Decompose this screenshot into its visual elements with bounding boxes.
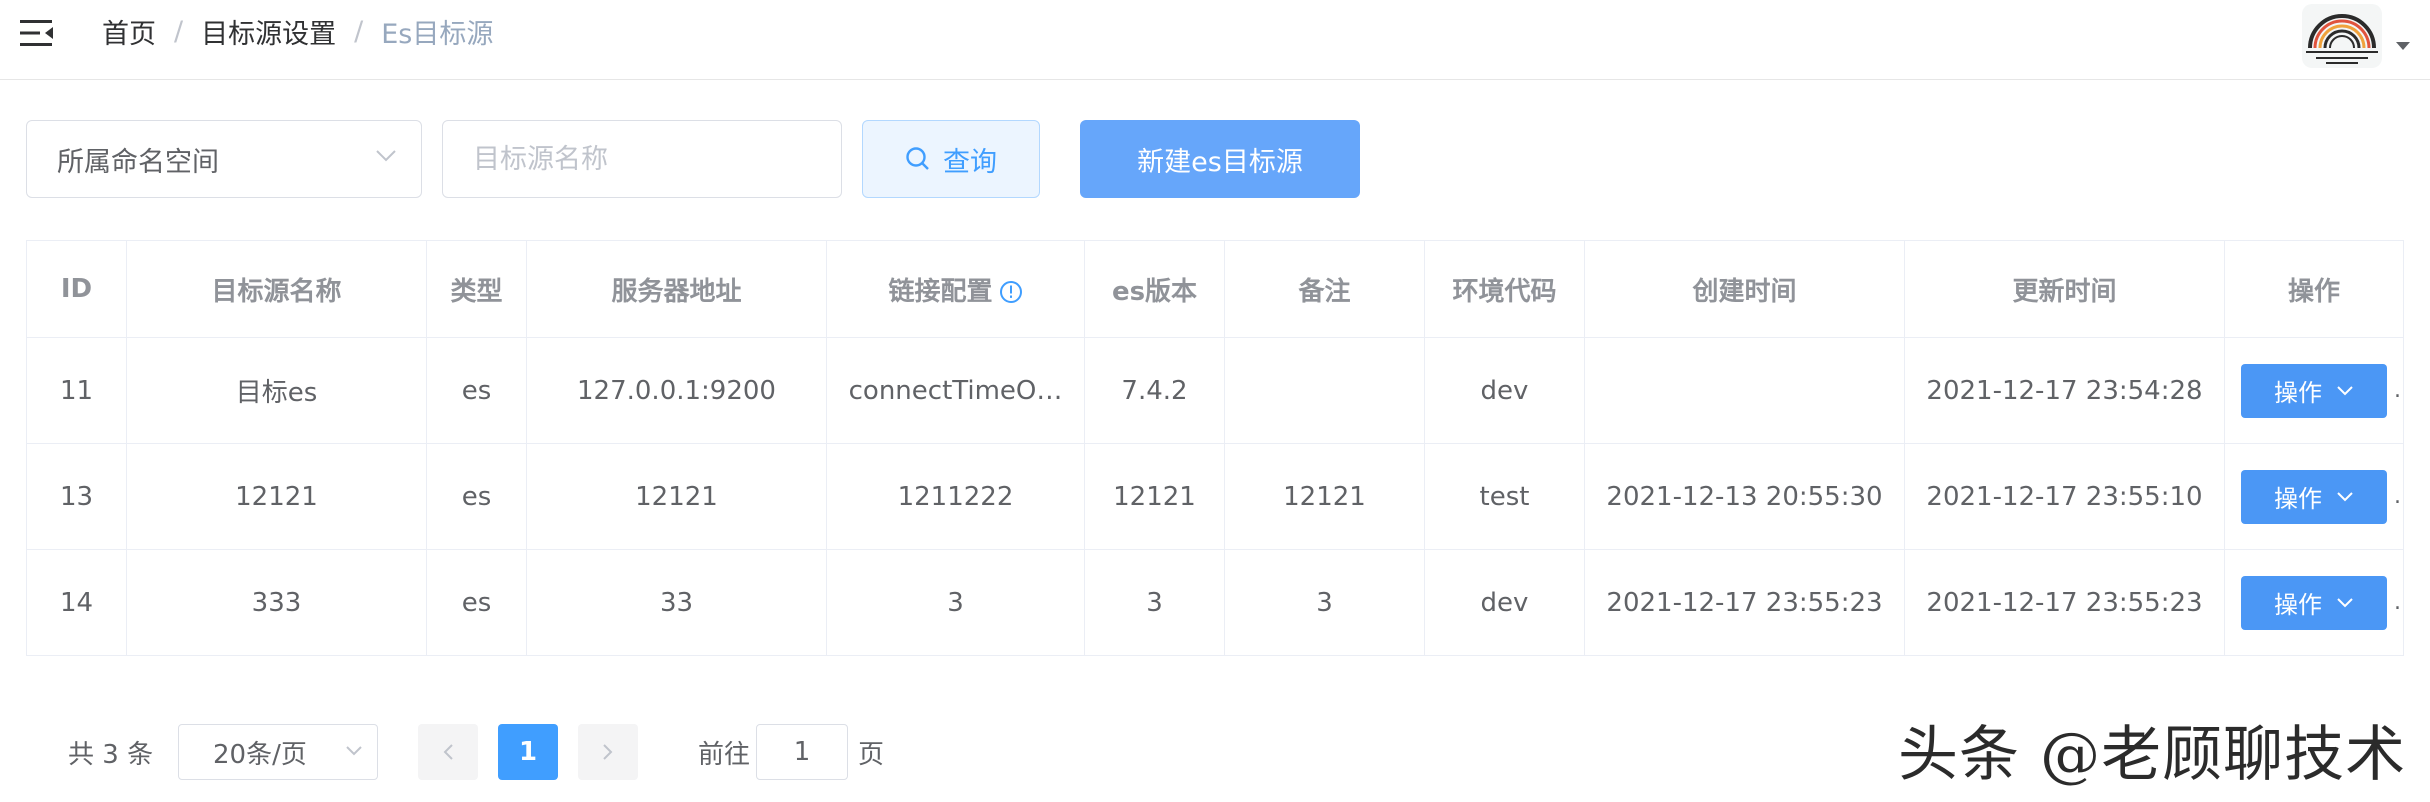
cell-id: 14 [26, 549, 127, 656]
page-unit-label: 页 [858, 740, 885, 770]
action-label: 操作 [2274, 485, 2322, 513]
chevron-down-icon [2337, 597, 2353, 607]
new-es-target-button[interactable]: 新建es目标源 [1080, 120, 1360, 198]
header-created-time: 创建时间 [1584, 240, 1905, 338]
cell-created-time [1584, 337, 1905, 444]
cell-env-code: dev [1424, 337, 1585, 444]
header-updated-time: 更新时间 [1904, 240, 2225, 338]
chevron-right-icon [603, 744, 613, 760]
header-link-config-label: 链接配置 [888, 276, 993, 307]
action-label: 操作 [2274, 379, 2322, 407]
cell-target-name: 目标es [126, 337, 427, 444]
goto-page-input[interactable] [756, 724, 848, 780]
pagination-total: 共 3 条 [68, 740, 154, 770]
breadcrumb: 首页 / 目标源设置 / Es目标源 [102, 12, 494, 51]
cell-updated-time: 2021-12-17 23:55:23 [1904, 549, 2225, 656]
header-es-version: es版本 [1084, 240, 1225, 338]
new-es-target-label: 新建es目标源 [1137, 146, 1303, 178]
header-id: ID [26, 240, 127, 338]
cell-created-time: 2021-12-13 20:55:30 [1584, 443, 1905, 550]
action-label: 操作 [2274, 591, 2322, 619]
cell-id: 11 [26, 337, 127, 444]
cell-action: 操作 . [2224, 337, 2404, 444]
cell-es-version: 12121 [1084, 443, 1225, 550]
chevron-down-icon [376, 150, 396, 162]
target-table: ID 目标源名称 类型 服务器地址 链接配置 es版本 备注 环境代码 创建时间… [26, 240, 2404, 656]
cell-link-config: connectTimeO… [826, 337, 1085, 444]
cell-type: es [426, 337, 527, 444]
cell-es-version: 7.4.2 [1084, 337, 1225, 444]
chevron-down-icon [2337, 385, 2353, 395]
cell-env-code: dev [1424, 549, 1585, 656]
cell-link-config: 1211222 [826, 443, 1085, 550]
breadcrumb-current: Es目标源 [381, 18, 494, 50]
table-row: 11 目标es es 127.0.0.1:9200 connectTimeO… … [26, 337, 2404, 444]
header-server-address: 服务器地址 [526, 240, 827, 338]
overflow-marker: . [2394, 484, 2401, 509]
caret-down-icon[interactable] [2396, 42, 2410, 50]
cell-link-config: 3 [826, 549, 1085, 656]
table-header-row: ID 目标源名称 类型 服务器地址 链接配置 es版本 备注 环境代码 创建时间… [26, 240, 2404, 338]
search-icon [906, 147, 929, 170]
page-size-select[interactable]: 20条/页 [178, 724, 378, 780]
cell-target-name: 12121 [126, 443, 427, 550]
info-circle-icon[interactable] [999, 280, 1023, 304]
breadcrumb-separator: / [174, 15, 184, 47]
header-target-name: 目标源名称 [126, 240, 427, 338]
cell-type: es [426, 443, 527, 550]
cell-server-address: 127.0.0.1:9200 [526, 337, 827, 444]
namespace-select[interactable]: 所属命名空间 [26, 120, 422, 198]
action-dropdown-button[interactable]: 操作 [2241, 575, 2387, 630]
query-button[interactable]: 查询 [862, 120, 1040, 198]
breadcrumb-home[interactable]: 首页 [102, 12, 156, 51]
overflow-marker: . [2394, 590, 2401, 615]
prev-page-button[interactable] [418, 724, 478, 780]
avatar[interactable] [2302, 4, 2382, 68]
cell-action: 操作 . [2224, 443, 2404, 550]
namespace-select-value: 所属命名空间 [57, 146, 219, 178]
page-size-value: 20条/页 [213, 739, 307, 770]
cell-remark: 3 [1224, 549, 1425, 656]
target-name-input[interactable] [442, 120, 842, 198]
cell-es-version: 3 [1084, 549, 1225, 656]
breadcrumb-target-settings[interactable]: 目标源设置 [201, 12, 336, 51]
cell-remark [1224, 337, 1425, 444]
header-remark: 备注 [1224, 240, 1425, 338]
overflow-marker: . [2394, 378, 2401, 403]
hamburger-icon[interactable] [20, 18, 54, 48]
table-row: 14 333 es 33 3 3 3 dev 2021-12-17 23:55:… [26, 549, 2404, 656]
cell-env-code: test [1424, 443, 1585, 550]
header-action: 操作 [2224, 240, 2404, 338]
cell-server-address: 12121 [526, 443, 827, 550]
cell-id: 13 [26, 443, 127, 550]
cell-action: 操作 . [2224, 549, 2404, 656]
cell-target-name: 333 [126, 549, 427, 656]
header-type: 类型 [426, 240, 527, 338]
query-button-label: 查询 [943, 146, 997, 178]
cell-updated-time: 2021-12-17 23:54:28 [1904, 337, 2225, 444]
top-navbar: 首页 / 目标源设置 / Es目标源 [0, 0, 2430, 80]
cell-server-address: 33 [526, 549, 827, 656]
goto-label: 前往 [698, 740, 751, 770]
avatar-rainbow-image [2306, 14, 2378, 64]
cell-remark: 12121 [1224, 443, 1425, 550]
watermark: 头条 @老顾聊技术 [1898, 720, 2407, 790]
next-page-button[interactable] [578, 724, 638, 780]
table-row: 13 12121 es 12121 1211222 12121 12121 te… [26, 443, 2404, 550]
cell-type: es [426, 549, 527, 656]
action-dropdown-button[interactable]: 操作 [2241, 469, 2387, 524]
action-dropdown-button[interactable]: 操作 [2241, 363, 2387, 418]
chevron-down-icon [346, 746, 362, 756]
user-menu[interactable] [2302, 4, 2410, 68]
chevron-down-icon [2337, 491, 2353, 501]
chevron-left-icon [443, 744, 453, 760]
header-link-config: 链接配置 [826, 240, 1085, 338]
cell-updated-time: 2021-12-17 23:55:10 [1904, 443, 2225, 550]
header-env-code: 环境代码 [1424, 240, 1585, 338]
cell-created-time: 2021-12-17 23:55:23 [1584, 549, 1905, 656]
breadcrumb-separator: / [354, 15, 364, 47]
page-number-button[interactable]: 1 [498, 724, 558, 780]
